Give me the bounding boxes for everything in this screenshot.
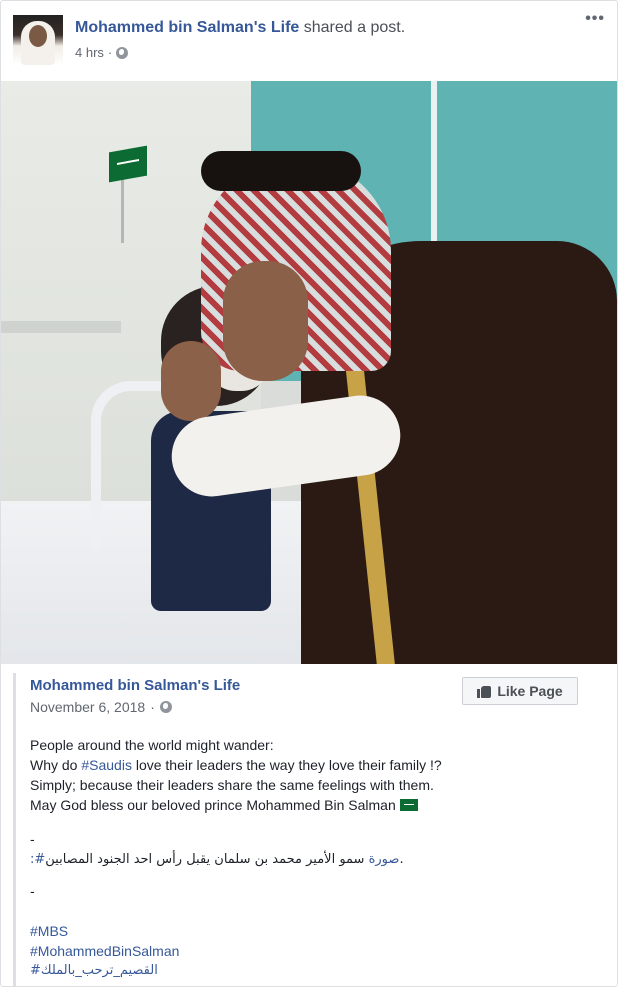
hashtag-qassim[interactable]: #القصيم_ترحب_بالملك xyxy=(30,961,179,981)
body-line-2-suffix: love their leaders the way they love the… xyxy=(131,757,442,773)
shared-post-date[interactable]: November 6, 2018 xyxy=(30,699,145,715)
shared-post-meta: November 6, 2018 · xyxy=(30,699,172,715)
shared-meta-separator: · xyxy=(150,699,155,715)
hashtag-saudis[interactable]: #Saudis xyxy=(81,757,132,773)
body-line-4: May God bless our beloved prince Mohamme… xyxy=(30,795,590,815)
like-page-label: Like Page xyxy=(497,683,563,699)
body-line-2: Why do #Saudis love their leaders the wa… xyxy=(30,755,590,775)
photo-flagpole xyxy=(121,173,124,243)
post-timestamp[interactable]: 4 hrs xyxy=(75,45,104,60)
post-body-text: People around the world might wander: Wh… xyxy=(30,735,590,815)
body-line-2-prefix: Why do xyxy=(30,757,82,773)
hashtag-mohammedbinsalman[interactable]: #MohammedBinSalman xyxy=(30,941,179,961)
separator-dash-2: - xyxy=(30,883,35,899)
shared-page-name-link[interactable]: Mohammed bin Salman's Life xyxy=(30,677,240,694)
saudi-flag-icon xyxy=(399,799,418,811)
shared-post-attachment: Mohammed bin Salman's Life November 6, 2… xyxy=(13,673,606,986)
hashtag-mbs[interactable]: #MBS xyxy=(30,921,179,941)
page-avatar[interactable] xyxy=(13,15,63,65)
globe-icon[interactable] xyxy=(116,46,129,59)
page-name-link[interactable]: Mohammed bin Salman's Life xyxy=(75,19,299,36)
thumbs-up-icon xyxy=(477,684,492,698)
post-header-line: Mohammed bin Salman's Life shared a post… xyxy=(75,19,405,37)
hashtag-list: #MBS #MohammedBinSalman #القصيم_ترحب_بال… xyxy=(30,921,179,981)
more-options-icon[interactable]: ••• xyxy=(585,11,605,27)
post-meta: 4 hrs · xyxy=(75,45,129,60)
globe-icon[interactable] xyxy=(159,701,172,713)
photo-wall-rail xyxy=(1,321,121,333)
arabic-caption-text: سمو الأمير محمد بن سلمان يقبل رأس احد ال… xyxy=(45,852,404,867)
body-line-3: Simply; because their leaders share the … xyxy=(30,777,434,793)
meta-separator: · xyxy=(107,45,113,60)
arabic-caption: :#صورة سمو الأمير محمد بن سلمان يقبل رأس… xyxy=(30,851,404,869)
feed-post: Mohammed bin Salman's Life shared a post… xyxy=(0,0,618,987)
photo-agal xyxy=(201,151,361,191)
post-photo[interactable] xyxy=(1,81,617,664)
photo-face xyxy=(223,261,308,381)
like-page-button[interactable]: Like Page xyxy=(462,677,578,705)
shared-action-text: shared a post. xyxy=(303,19,406,36)
separator-dash-1: - xyxy=(30,831,35,847)
post-header: Mohammed bin Salman's Life shared a post… xyxy=(13,15,603,69)
photo-hand xyxy=(161,341,221,421)
avatar-face xyxy=(29,25,47,47)
body-line-1: People around the world might wander: xyxy=(30,737,274,753)
body-line-4-text: May God bless our beloved prince Mohamme… xyxy=(30,797,396,813)
